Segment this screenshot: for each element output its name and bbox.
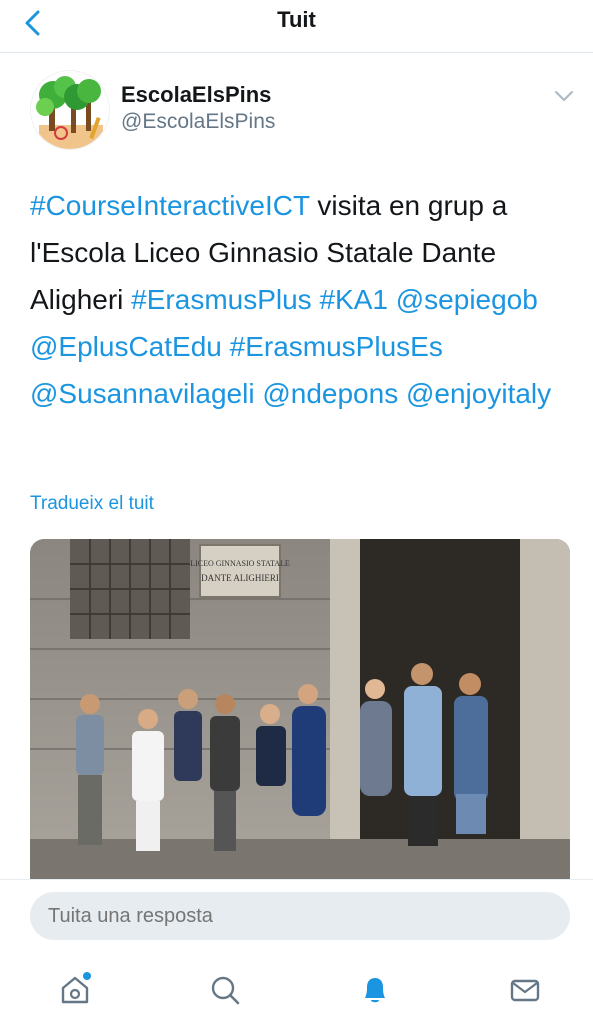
- search-icon: [211, 976, 240, 1005]
- sign-line-1: LICEO GINNASIO STATALE: [190, 559, 290, 568]
- school-logo-image: [31, 71, 109, 149]
- hashtag-link[interactable]: #CourseInteractiveICT: [30, 190, 310, 221]
- tweet-text-segment: [398, 378, 406, 409]
- bottom-area: [0, 879, 593, 1025]
- author-handle[interactable]: @EscolaElsPins: [121, 110, 275, 134]
- sign-line-2: DANTE ALIGHIERI: [201, 573, 279, 583]
- hashtag-link[interactable]: #ErasmusPlus: [131, 284, 312, 315]
- author-display-name[interactable]: EscolaElsPins: [121, 82, 271, 108]
- hashtag-link[interactable]: #KA1: [319, 284, 388, 315]
- home-icon: [61, 972, 91, 1004]
- tweet-menu-button[interactable]: [550, 86, 578, 106]
- notification-dot: [83, 972, 91, 980]
- mail-icon: [510, 979, 540, 1002]
- page-title: Tuit: [277, 7, 316, 32]
- tweet-text: #CourseInteractiveICT visita en grup a l…: [30, 182, 570, 417]
- hashtag-link[interactable]: #ErasmusPlusEs: [230, 331, 443, 362]
- tab-bar: [0, 962, 593, 1012]
- mention-link[interactable]: @EplusCatEdu: [30, 331, 222, 362]
- tweet-text-segment: [222, 331, 230, 362]
- mention-link[interactable]: @enjoyitaly: [406, 378, 551, 409]
- tweet-text-segment: [388, 284, 396, 315]
- avatar[interactable]: [30, 70, 110, 150]
- tweet-photo[interactable]: LICEO GINNASIO STATALE DANTE ALIGHIERI: [30, 539, 570, 879]
- chevron-down-icon: [555, 91, 573, 101]
- mention-link[interactable]: @sepiegob: [396, 284, 538, 315]
- tab-home[interactable]: [55, 970, 95, 1010]
- group-photo-image: LICEO GINNASIO STATALE DANTE ALIGHIERI: [30, 539, 570, 879]
- mention-link[interactable]: @Susannavilageli: [30, 378, 255, 409]
- top-bar: Tuit: [0, 0, 593, 53]
- bell-icon: [365, 978, 385, 1003]
- reply-input[interactable]: [30, 892, 570, 940]
- mention-link[interactable]: @ndepons: [262, 378, 398, 409]
- tab-search[interactable]: [205, 970, 245, 1010]
- translate-tweet-link[interactable]: Tradueix el tuit: [30, 493, 154, 515]
- tab-messages[interactable]: [505, 970, 545, 1010]
- tab-notifications[interactable]: [355, 970, 395, 1010]
